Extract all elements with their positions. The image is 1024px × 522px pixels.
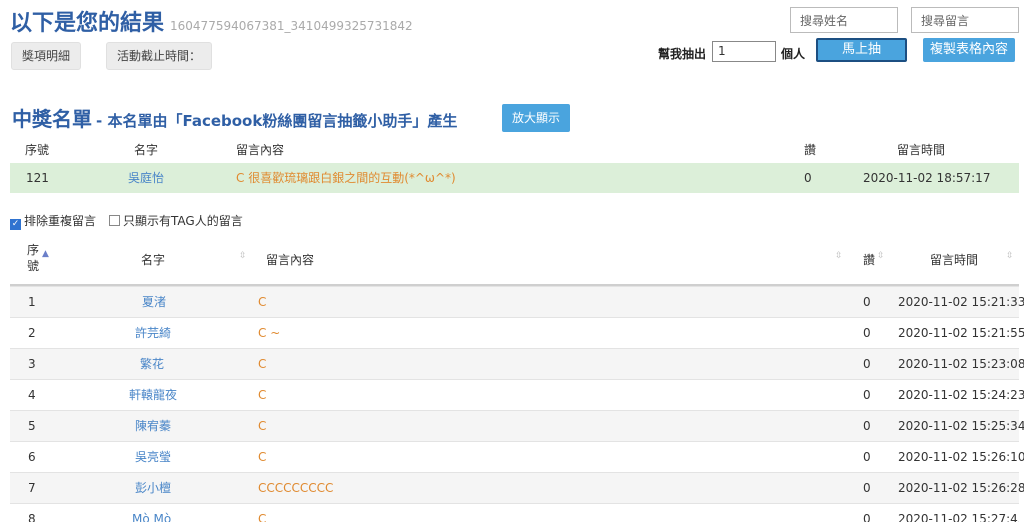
- post-id: 160477594067381_3410499325731842: [170, 19, 413, 33]
- winners-col-time: 留言時間: [897, 143, 946, 157]
- row-time: 2020-11-02 15:21:55: [898, 326, 1024, 340]
- row-no: 4: [28, 388, 36, 402]
- title-text: 以下是您的結果: [10, 11, 165, 36]
- row-no: 3: [28, 357, 36, 371]
- table-row: 4 軒轅龍夜 C 0 2020-11-02 15:24:23: [10, 379, 1024, 411]
- table-row: 2 許芫綺 C ~ 0 2020-11-02 15:21:55: [10, 317, 1024, 349]
- dedupe-checkbox[interactable]: ✓: [10, 219, 21, 230]
- tagged-filter[interactable]: 只顯示有TAG人的留言: [109, 212, 243, 229]
- row-no: 6: [28, 450, 36, 464]
- row-likes: 0: [863, 450, 871, 464]
- col-time[interactable]: 留言時間: [930, 251, 978, 268]
- draw-button[interactable]: 馬上抽: [816, 38, 907, 62]
- winner-no: 121: [26, 171, 49, 185]
- winner-name[interactable]: 吳庭怡: [128, 163, 164, 193]
- row-likes: 0: [863, 357, 871, 371]
- winner-likes: 0: [804, 171, 812, 185]
- row-no: 1: [28, 295, 36, 309]
- row-likes: 0: [863, 481, 871, 495]
- row-no: 8: [28, 512, 36, 522]
- row-name[interactable]: Mò Mò: [132, 504, 171, 522]
- row-time: 2020-11-02 15:21:33: [898, 295, 1024, 309]
- row-name[interactable]: 夏渚: [142, 287, 166, 317]
- row-name[interactable]: 繁花: [140, 349, 164, 379]
- col-no[interactable]: 序 號: [27, 242, 39, 274]
- table-row: 3 繁花 C 0 2020-11-02 15:23:08: [10, 348, 1024, 380]
- col-name[interactable]: 名字: [141, 251, 165, 268]
- sort-likes-icon[interactable]: ⇳: [877, 251, 885, 261]
- row-name[interactable]: 吳亮瑩: [135, 442, 171, 472]
- table-row: 7 彭小檀 CCCCCCCCC 0 2020-11-02 15:26:28: [10, 472, 1024, 504]
- sort-asc-icon[interactable]: ▲: [42, 249, 49, 259]
- row-comment: CCCCCCCCC: [258, 481, 334, 495]
- row-name[interactable]: 許芫綺: [135, 318, 171, 348]
- row-name[interactable]: 彭小檀: [135, 473, 171, 503]
- row-likes: 0: [863, 419, 871, 433]
- winners-col-likes: 讚: [804, 143, 817, 157]
- row-comment: C ~: [258, 326, 281, 340]
- winners-heading: 中獎名單 - 本名單由「Facebook粉絲團留言抽籤小助手」產生: [12, 103, 457, 132]
- search-comment-input[interactable]: 搜尋留言: [911, 7, 1019, 33]
- enlarge-button[interactable]: 放大顯示: [502, 104, 570, 132]
- row-comment: C: [258, 419, 267, 433]
- winners-col-comment: 留言內容: [236, 143, 285, 157]
- winner-time: 2020-11-02 18:57:17: [863, 171, 991, 185]
- copy-table-button[interactable]: 複製表格內容: [923, 38, 1015, 62]
- winner-comment: C 很喜歡琉璃跟白銀之間的互動(*^ω^*): [236, 171, 456, 185]
- row-no: 2: [28, 326, 36, 340]
- winners-title: 中獎名單: [12, 107, 92, 131]
- sort-name-icon[interactable]: ⇳: [239, 251, 247, 261]
- row-no: 5: [28, 419, 36, 433]
- tagged-checkbox[interactable]: [109, 215, 120, 226]
- row-no: 7: [28, 481, 36, 495]
- table-row: 6 吳亮瑩 C 0 2020-11-02 15:26:10: [10, 441, 1024, 473]
- tagged-label: 只顯示有TAG人的留言: [123, 214, 243, 228]
- row-comment: C: [258, 295, 267, 309]
- row-likes: 0: [863, 326, 871, 340]
- row-name[interactable]: 軒轅龍夜: [129, 380, 177, 410]
- row-comment: C: [258, 357, 267, 371]
- draw-quantity-input[interactable]: 1: [712, 41, 776, 62]
- sort-time-icon[interactable]: ⇳: [1006, 251, 1014, 261]
- row-likes: 0: [863, 388, 871, 402]
- row-comment: C: [258, 388, 267, 402]
- row-comment: C: [258, 512, 267, 522]
- winner-row: 121 吳庭怡 C 很喜歡琉璃跟白銀之間的互動(*^ω^*) 0 2020-11…: [10, 163, 1019, 193]
- prize-details-button[interactable]: 獎項明細: [11, 42, 82, 70]
- search-name-input[interactable]: 搜尋姓名: [790, 7, 898, 33]
- winners-col-no: 序號: [25, 143, 50, 157]
- draw-label-post: 個人: [781, 47, 806, 61]
- row-time: 2020-11-02 15:25:34: [898, 419, 1024, 433]
- row-time: 2020-11-02 15:23:08: [898, 357, 1024, 371]
- row-name[interactable]: 陳宥蓁: [135, 411, 171, 441]
- deadline-button[interactable]: 活動截止時間：: [106, 42, 213, 70]
- winners-subtitle: - 本名單由「Facebook粉絲團留言抽籤小助手」產生: [96, 112, 458, 130]
- table-row: 1 夏渚 C 0 2020-11-02 15:21:33: [10, 286, 1024, 318]
- table-row: 8 Mò Mò C 0 2020-11-02 15:27:45: [10, 503, 1019, 522]
- winners-col-name: 名字: [134, 143, 159, 157]
- page-title: 以下是您的結果 160477594067381_3410499325731842: [10, 5, 413, 37]
- row-time: 2020-11-02 15:27:45: [898, 512, 1019, 522]
- row-time: 2020-11-02 15:24:23: [898, 388, 1024, 402]
- col-likes[interactable]: 讚: [863, 251, 875, 268]
- table-row: 5 陳宥蓁 C 0 2020-11-02 15:25:34: [10, 410, 1024, 442]
- row-time: 2020-11-02 15:26:10: [898, 450, 1024, 464]
- row-time: 2020-11-02 15:26:28: [898, 481, 1024, 495]
- col-comment[interactable]: 留言內容: [266, 251, 314, 268]
- dedupe-label: 排除重複留言: [24, 214, 97, 228]
- dedupe-filter[interactable]: ✓ 排除重複留言: [10, 212, 96, 230]
- row-comment: C: [258, 450, 267, 464]
- row-likes: 0: [863, 512, 871, 522]
- draw-label-pre: 幫我抽出: [658, 47, 707, 61]
- sort-comment-icon[interactable]: ⇳: [835, 251, 843, 261]
- row-likes: 0: [863, 295, 871, 309]
